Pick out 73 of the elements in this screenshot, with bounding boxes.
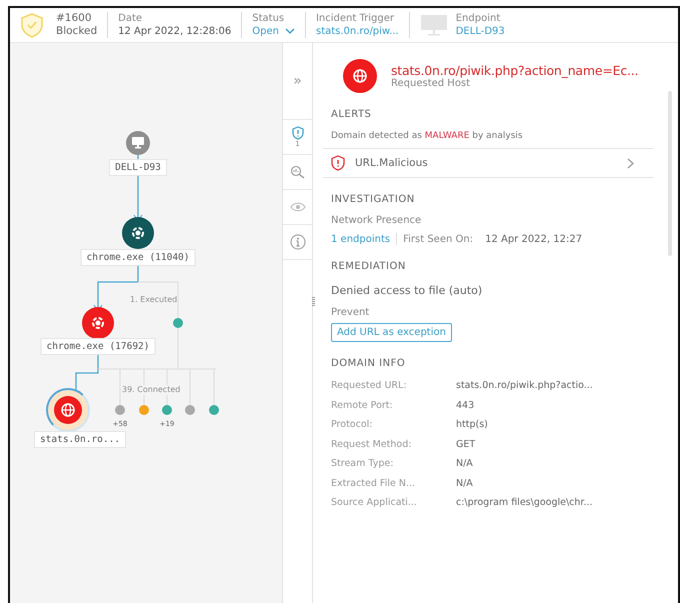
field-label: Incident Trigger bbox=[316, 12, 395, 24]
field-value: N/A bbox=[456, 457, 474, 470]
field-label: Network Presence bbox=[331, 215, 422, 226]
field-label: First Seen On: bbox=[403, 234, 474, 244]
field-value: N/A bbox=[456, 476, 474, 490]
globe-node[interactable] bbox=[46, 388, 90, 432]
field-value: 12 Apr 2022, 12:27 bbox=[485, 234, 582, 244]
graph-node-dot[interactable] bbox=[162, 405, 172, 415]
incident-state: Blocked bbox=[56, 25, 98, 38]
collapse-button[interactable]: » bbox=[283, 43, 312, 120]
section-heading: INVESTIGATION bbox=[331, 194, 416, 205]
graph-node-dot[interactable] bbox=[209, 405, 219, 415]
edge-label: 1. Executed bbox=[130, 295, 178, 305]
monitor-icon bbox=[420, 14, 448, 36]
globe-icon bbox=[343, 59, 377, 93]
field-value: c:\program files\google\chr... bbox=[456, 496, 594, 509]
alert-name: URL.Malicious bbox=[355, 157, 429, 169]
field-label: Stream Type: bbox=[331, 457, 394, 470]
process-node[interactable] bbox=[82, 307, 114, 339]
chevron-right-icon bbox=[627, 158, 634, 168]
field-value: GET bbox=[456, 438, 476, 450]
globe-icon bbox=[60, 402, 76, 418]
graph-node-dot[interactable] bbox=[115, 405, 125, 415]
field-label: Protocol: bbox=[331, 418, 374, 431]
alert-row[interactable]: URL.Malicious bbox=[323, 148, 654, 178]
process-icon bbox=[90, 315, 106, 331]
field-value: stats.0n.ro/piwik.php?actio... bbox=[456, 379, 594, 392]
field-value: http(s) bbox=[456, 418, 489, 431]
node-label: chrome.exe (11040) bbox=[80, 249, 196, 266]
field-label: Requested URL: bbox=[331, 379, 408, 392]
computer-node[interactable] bbox=[126, 131, 150, 155]
node-label: chrome.exe (17692) bbox=[40, 338, 156, 355]
info-icon bbox=[290, 234, 306, 250]
graph-node-dot[interactable] bbox=[185, 405, 195, 415]
section-heading: REMEDIATION bbox=[331, 261, 407, 272]
field-value: 12 Apr 2022, 12:28:06 bbox=[118, 24, 232, 38]
section-heading: ALERTS bbox=[331, 109, 372, 120]
chevron-down-icon bbox=[284, 28, 295, 34]
node-label: stats.0n.ro... bbox=[34, 431, 126, 448]
incident-id: #1600 bbox=[56, 12, 93, 25]
alert-shield-icon bbox=[331, 155, 345, 171]
process-icon bbox=[130, 225, 146, 241]
remediation-action: Denied access to file (auto) bbox=[331, 284, 484, 297]
host-subtitle: Requested Host bbox=[391, 78, 472, 89]
section-heading: DOMAIN INFO bbox=[331, 358, 406, 369]
node-label: DELL-D93 bbox=[109, 159, 167, 176]
field-label: Request Method: bbox=[331, 438, 412, 450]
alert-shield-icon bbox=[290, 126, 304, 140]
alert-text: Domain detected as MALWARE by analysis bbox=[331, 131, 524, 141]
field-label: Endpoint bbox=[456, 12, 502, 24]
endpoints-link[interactable]: 1 endpoints bbox=[331, 234, 390, 244]
status-dropdown[interactable]: Open bbox=[252, 24, 295, 38]
process-node[interactable] bbox=[122, 217, 154, 249]
field-label: Remote Port: bbox=[331, 398, 394, 412]
field-link[interactable]: stats.0n.ro/piw... bbox=[316, 24, 399, 38]
shield-check-icon bbox=[20, 12, 44, 38]
graph-node-dot[interactable] bbox=[173, 318, 183, 328]
edge-label: 39. Connected bbox=[122, 385, 180, 395]
field-label: Status bbox=[252, 12, 286, 24]
resize-handle[interactable] bbox=[312, 297, 315, 307]
host-title: stats.0n.ro/piwik.php?action_name=Ec... bbox=[391, 63, 638, 78]
add-exception-button[interactable]: Add URL as exception bbox=[331, 323, 452, 342]
eye-icon bbox=[290, 202, 306, 212]
graph-node-dot[interactable] bbox=[139, 405, 149, 415]
monitor-icon bbox=[130, 135, 146, 151]
field-label: Prevent bbox=[331, 307, 370, 318]
field-link[interactable]: DELL-D93 bbox=[456, 24, 505, 38]
field-value: 443 bbox=[456, 398, 476, 412]
graph-edge bbox=[138, 282, 178, 318]
magnifier-icon bbox=[290, 165, 306, 179]
field-label: Extracted File N... bbox=[331, 476, 416, 490]
field-label: Source Applicati... bbox=[331, 496, 418, 509]
field-label: Date bbox=[118, 12, 144, 24]
